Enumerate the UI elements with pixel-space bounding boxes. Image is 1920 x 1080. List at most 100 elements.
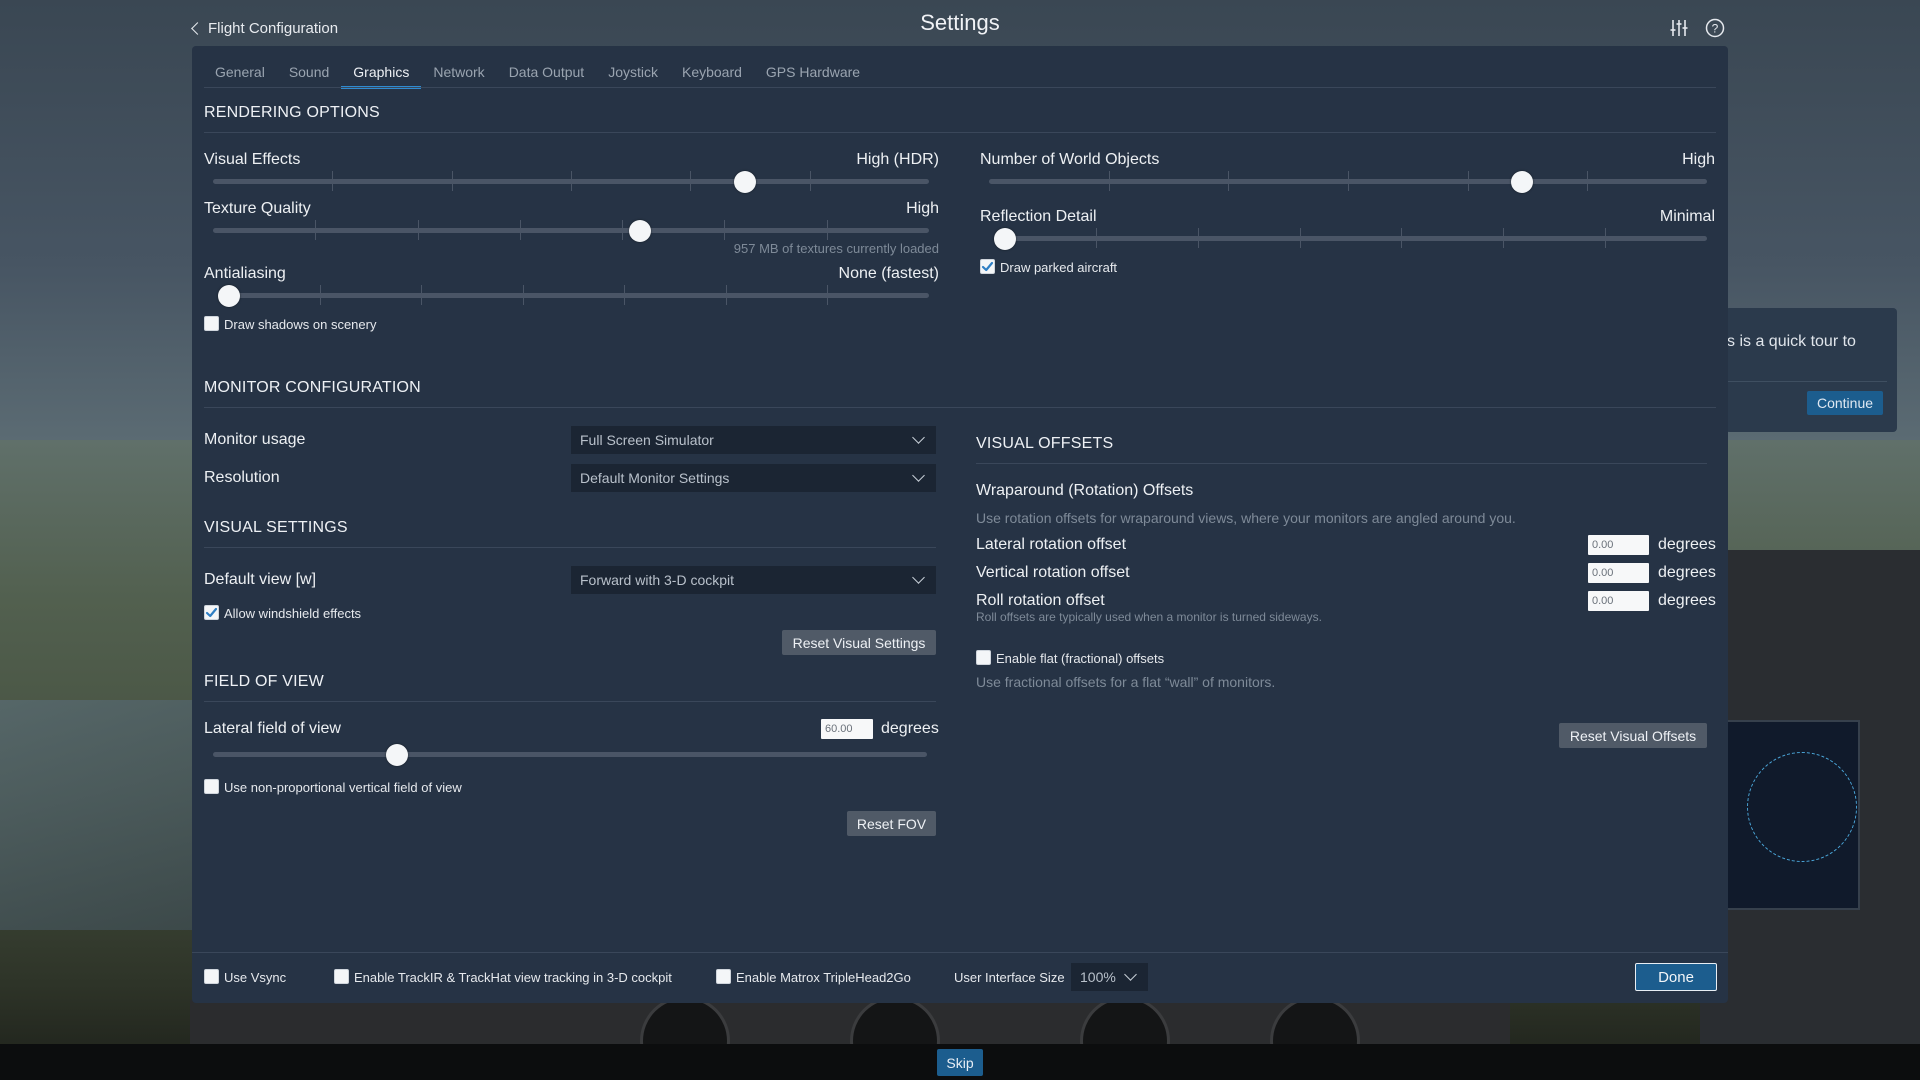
slider-knob[interactable] bbox=[218, 285, 240, 307]
draw-shadows-checkbox[interactable] bbox=[204, 316, 219, 331]
slider-knob[interactable] bbox=[733, 171, 756, 193]
slider-knob[interactable] bbox=[386, 744, 408, 766]
tab-data-output[interactable]: Data Output bbox=[509, 60, 585, 84]
slider-tick bbox=[519, 220, 521, 240]
footer-divider bbox=[192, 952, 1728, 953]
trackir-checkbox[interactable] bbox=[334, 969, 349, 984]
visual-effects-value: High (HDR) bbox=[856, 151, 939, 168]
matrox-checkbox[interactable] bbox=[716, 969, 731, 984]
roll-rotation-input[interactable]: 0.00 bbox=[1588, 591, 1649, 611]
lateral-fov-input[interactable]: 60.00 bbox=[821, 719, 873, 739]
slider-knob[interactable] bbox=[994, 228, 1016, 250]
tour-continue-button[interactable]: Continue bbox=[1807, 391, 1883, 415]
tab-general[interactable]: General bbox=[215, 60, 265, 84]
sliders-icon[interactable] bbox=[1668, 17, 1690, 39]
tour-text: s is a quick tour to bbox=[1727, 333, 1856, 350]
page-title: Settings bbox=[920, 10, 1000, 35]
slider-tick bbox=[421, 285, 423, 305]
tab-network[interactable]: Network bbox=[433, 60, 484, 84]
antialiasing-slider[interactable] bbox=[218, 285, 929, 307]
monitor-usage-value: Full Screen Simulator bbox=[580, 432, 714, 448]
world-objects-slider[interactable] bbox=[989, 171, 1707, 193]
tab-graphics[interactable]: Graphics bbox=[341, 60, 422, 89]
lateral-rotation-input[interactable]: 0.00 bbox=[1588, 535, 1649, 555]
slider-tick bbox=[1605, 228, 1607, 248]
roll-rotation-unit: degrees bbox=[1658, 592, 1716, 609]
windshield-checkbox[interactable] bbox=[204, 605, 219, 620]
resolution-value: Default Monitor Settings bbox=[580, 470, 730, 486]
lateral-fov-unit: degrees bbox=[881, 720, 939, 737]
tab-keyboard[interactable]: Keyboard bbox=[682, 60, 742, 84]
fov-divider bbox=[204, 701, 936, 702]
tab-gps-hardware[interactable]: GPS Hardware bbox=[766, 60, 860, 84]
slider-tick bbox=[1228, 171, 1230, 191]
help-icon[interactable]: ? bbox=[1704, 17, 1726, 39]
roll-rotation-label: Roll rotation offset bbox=[976, 592, 1105, 609]
texture-quality-slider[interactable] bbox=[213, 220, 929, 242]
visual-offsets-divider bbox=[976, 463, 1707, 464]
done-button[interactable]: Done bbox=[1635, 963, 1717, 991]
vsync-label: Use Vsync bbox=[224, 970, 287, 985]
windshield-label: Allow windshield effects bbox=[224, 606, 362, 621]
world-objects-value: High bbox=[1682, 151, 1715, 168]
slider-tick bbox=[1348, 171, 1349, 191]
visual-effects-slider[interactable] bbox=[213, 171, 929, 193]
resolution-dropdown[interactable]: Default Monitor Settings bbox=[571, 464, 936, 492]
slider-tick bbox=[571, 171, 572, 191]
wraparound-title: Wraparound (Rotation) Offsets bbox=[976, 482, 1194, 499]
slider-tick bbox=[451, 171, 453, 191]
monitor-usage-dropdown[interactable]: Full Screen Simulator bbox=[571, 426, 936, 454]
reflection-detail-value: Minimal bbox=[1659, 208, 1715, 225]
monitor-usage-label: Monitor usage bbox=[204, 431, 306, 448]
ui-size-dropdown[interactable]: 100% bbox=[1071, 963, 1148, 991]
reset-visual-settings-button[interactable]: Reset Visual Settings bbox=[782, 630, 936, 655]
water bbox=[0, 700, 200, 930]
chevron-down-icon bbox=[1124, 968, 1137, 981]
lateral-rotation-unit: degrees bbox=[1658, 536, 1716, 553]
fov-heading: FIELD OF VIEW bbox=[204, 673, 324, 690]
lateral-fov-label: Lateral field of view bbox=[204, 720, 341, 737]
default-view-label: Default view [w] bbox=[204, 571, 317, 588]
draw-parked-checkbox[interactable] bbox=[980, 259, 995, 274]
flat-offsets-description: Use fractional offsets for a flat “wall”… bbox=[976, 674, 1276, 690]
rendering-divider bbox=[204, 132, 1716, 133]
ui-size-label: User Interface Size bbox=[954, 970, 1065, 985]
slider-tick bbox=[417, 220, 419, 240]
slider-tick bbox=[826, 220, 828, 240]
matrox-label: Enable Matrox TripleHead2Go bbox=[736, 970, 911, 985]
slider-tick bbox=[1197, 228, 1199, 248]
reset-fov-button[interactable]: Reset FOV bbox=[847, 811, 936, 836]
default-view-dropdown[interactable]: Forward with 3-D cockpit bbox=[571, 566, 936, 594]
slider-tick bbox=[319, 285, 321, 305]
vertical-rotation-label: Vertical rotation offset bbox=[976, 564, 1130, 581]
tab-joystick[interactable]: Joystick bbox=[608, 60, 658, 84]
non-proportional-fov-checkbox[interactable] bbox=[204, 779, 219, 794]
vsync-checkbox[interactable] bbox=[204, 969, 219, 984]
vertical-rotation-input[interactable]: 0.00 bbox=[1588, 563, 1649, 583]
draw-shadows-label: Draw shadows on scenery bbox=[224, 317, 377, 332]
draw-parked-label: Draw parked aircraft bbox=[1000, 260, 1118, 275]
tab-sound[interactable]: Sound bbox=[289, 60, 329, 84]
slider-tick bbox=[1467, 171, 1469, 191]
slider-knob[interactable] bbox=[629, 220, 652, 242]
ui-size-value: 100% bbox=[1080, 969, 1116, 985]
lateral-fov-slider[interactable] bbox=[213, 744, 927, 766]
tab-bar: General Sound Graphics Network Data Outp… bbox=[215, 60, 884, 89]
slider-tick bbox=[690, 171, 692, 191]
vertical-rotation-unit: degrees bbox=[1658, 564, 1716, 581]
texture-quality-label: Texture Quality bbox=[204, 200, 311, 217]
non-proportional-fov-label: Use non-proportional vertical field of v… bbox=[224, 780, 462, 795]
lateral-rotation-label: Lateral rotation offset bbox=[976, 536, 1127, 553]
slider-tick bbox=[809, 171, 811, 191]
visual-effects-label: Visual Effects bbox=[204, 151, 301, 168]
reset-visual-offsets-button[interactable]: Reset Visual Offsets bbox=[1559, 723, 1707, 748]
rendering-heading: RENDERING OPTIONS bbox=[204, 104, 380, 121]
slider-tick bbox=[725, 285, 727, 305]
reflection-detail-slider[interactable] bbox=[994, 228, 1707, 250]
skip-button[interactable]: Skip bbox=[937, 1049, 983, 1076]
slider-knob[interactable] bbox=[1511, 171, 1533, 193]
gps-display bbox=[1725, 720, 1860, 910]
flat-offsets-checkbox[interactable] bbox=[976, 650, 991, 665]
reflection-detail-label: Reflection Detail bbox=[980, 208, 1097, 225]
slider-track bbox=[213, 752, 927, 757]
